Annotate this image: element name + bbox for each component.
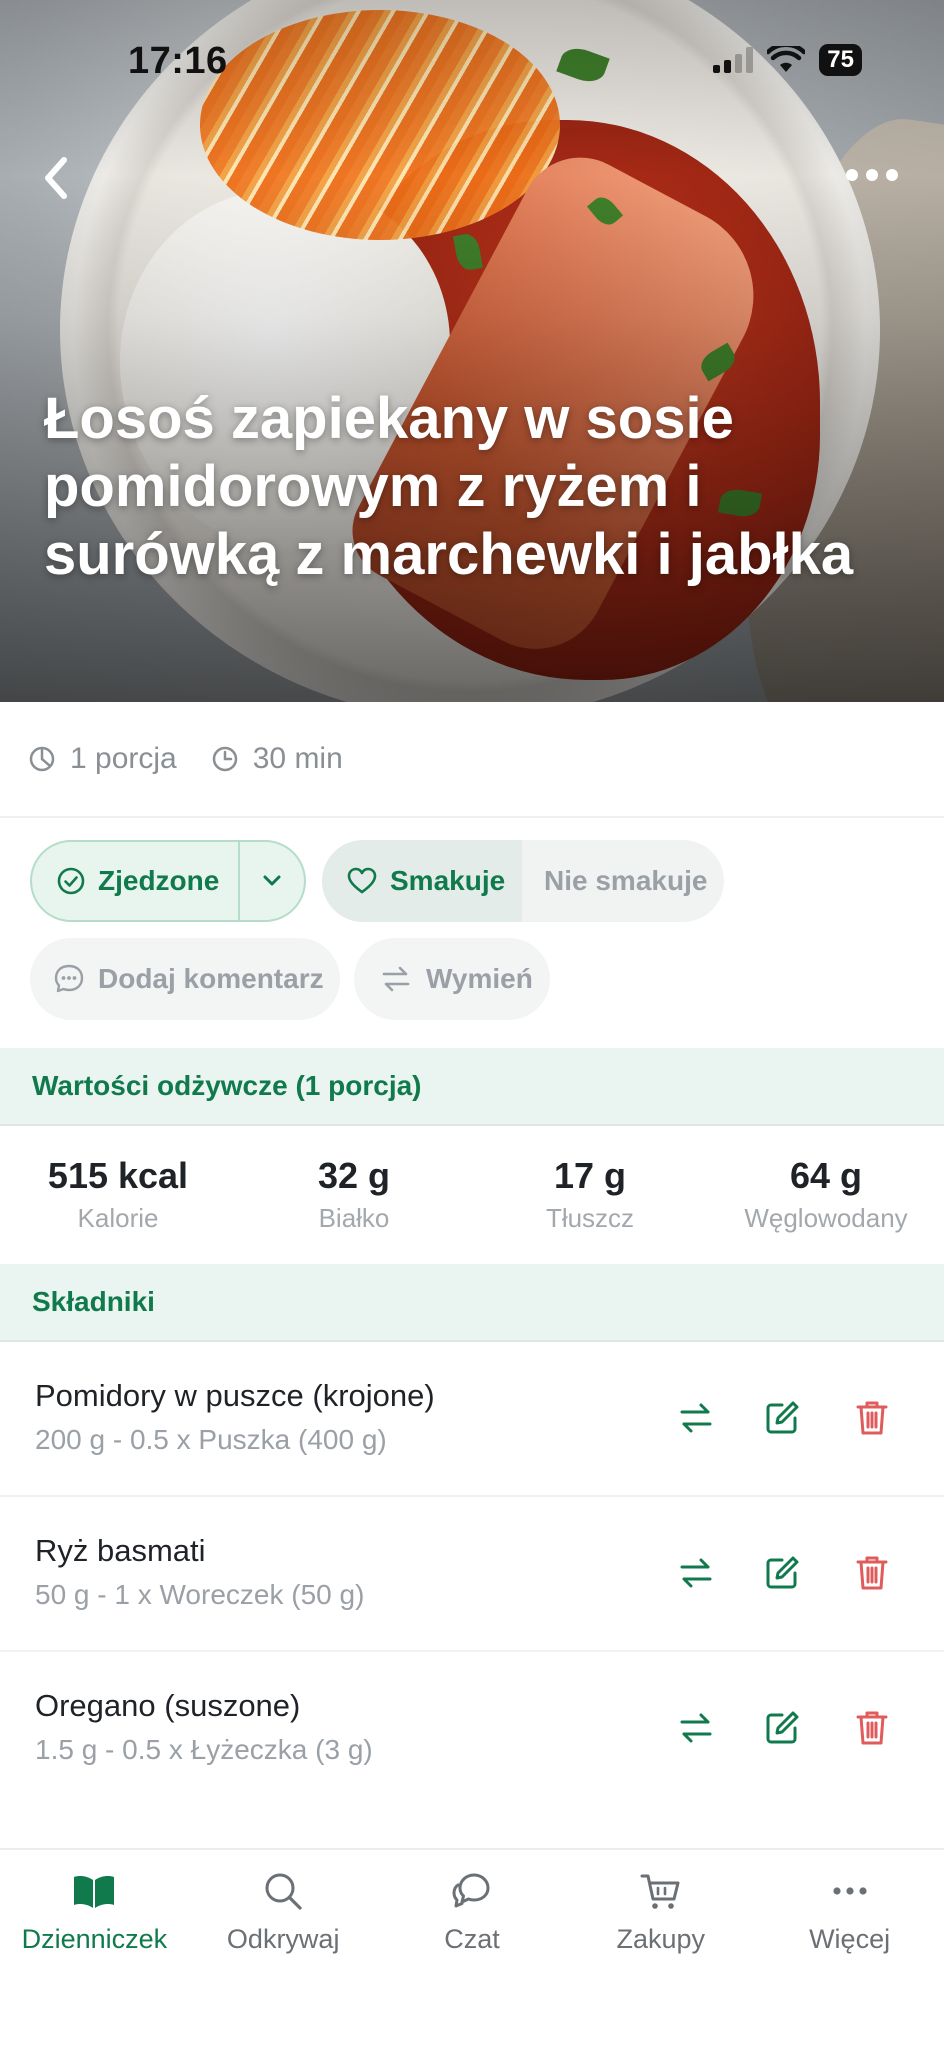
nutrition-calories: 515 kcal Kalorie [0, 1126, 236, 1262]
recipe-meta: 1 porcja 30 min [0, 702, 944, 818]
swap-ingredient-icon[interactable] [674, 1706, 718, 1750]
nutrition-label: Białko [318, 1202, 390, 1233]
nav-item-chat[interactable]: Czat [378, 1850, 567, 2048]
nav-item-journal[interactable]: Dzienniczek [0, 1850, 189, 2048]
delete-ingredient-icon[interactable] [850, 1551, 894, 1595]
ingredient-row: Oregano (suszone) 1.5 g - 0.5 x Łyżeczka… [0, 1652, 944, 1807]
ingredients-header: Składniki [0, 1264, 944, 1342]
bottom-navigation: Dzienniczek Odkrywaj Czat Zakupy Więcej [0, 1848, 944, 2048]
signal-icon [713, 47, 754, 73]
nav-item-discover[interactable]: Odkrywaj [189, 1850, 378, 2048]
add-comment-label: Dodaj komentarz [98, 963, 324, 994]
likes-button[interactable]: Smakuje [322, 840, 522, 922]
swap-ingredient-icon[interactable] [674, 1551, 718, 1595]
nutrition-value: 17 g [553, 1154, 627, 1196]
nutrition-value: 64 g [789, 1154, 863, 1196]
nutrition-value: 515 kcal [47, 1154, 189, 1196]
nav-item-more[interactable]: Więcej [755, 1850, 944, 2048]
nav-label: Czat [444, 1924, 500, 1954]
battery-indicator: 75 [819, 44, 862, 76]
delete-ingredient-icon[interactable] [850, 1396, 894, 1440]
edit-ingredient-icon[interactable] [760, 1551, 804, 1595]
nutrition-value: 32 g [317, 1154, 391, 1196]
nutrition-fat: 17 g Tłuszcz [472, 1126, 708, 1262]
comment-icon [54, 964, 84, 993]
dislikes-button[interactable]: Nie smakuje [522, 865, 707, 897]
nav-label: Zakupy [616, 1924, 706, 1954]
heart-icon [347, 867, 377, 894]
ingredient-amount: 1.5 g - 0.5 x Łyżeczka (3 g) [35, 1734, 373, 1765]
status-icons: 75 [713, 44, 862, 76]
eaten-button-group: Zjedzone [30, 840, 306, 922]
nutrition-label: Węglowodany [744, 1202, 908, 1233]
nav-item-shopping[interactable]: Zakupy [566, 1850, 755, 2048]
swap-arrows-icon [382, 966, 410, 992]
ingredient-row: Pomidory w puszce (krojone) 200 g - 0.5 … [0, 1342, 944, 1497]
swap-recipe-button[interactable]: Wymień [354, 938, 550, 1020]
edit-ingredient-icon[interactable] [760, 1396, 804, 1440]
edit-ingredient-icon[interactable] [760, 1706, 804, 1750]
more-options-button[interactable] [846, 160, 906, 190]
check-circle-icon [57, 867, 85, 895]
nutrition-header: Wartości odżywcze (1 porcja) [0, 1048, 944, 1126]
delete-ingredient-icon[interactable] [850, 1706, 894, 1750]
nutrition-label: Tłuszcz [545, 1202, 635, 1233]
portions-text: 1 porcja [70, 742, 177, 775]
ingredient-amount: 50 g - 1 x Woreczek (50 g) [35, 1579, 365, 1610]
clock-icon [212, 746, 237, 772]
ingredient-name: Ryż basmati [35, 1533, 206, 1568]
cart-icon [640, 1874, 680, 1909]
eaten-button[interactable]: Zjedzone [32, 842, 240, 920]
nav-label: Odkrywaj [226, 1924, 340, 1954]
chevron-down-icon [263, 875, 281, 886]
search-icon [265, 1873, 302, 1910]
add-comment-button[interactable]: Dodaj komentarz [30, 938, 340, 1020]
nav-label: Dzienniczek [21, 1924, 168, 1954]
book-icon [74, 1876, 115, 1908]
status-time: 17:16 [128, 40, 228, 82]
ingredient-amount: 200 g - 0.5 x Puszka (400 g) [35, 1424, 387, 1455]
swap-label: Wymień [426, 963, 533, 994]
nutrition-protein: 32 g Białko [236, 1126, 472, 1262]
chat-icon [452, 1873, 490, 1908]
nav-label: Więcej [809, 1924, 891, 1954]
more-icon [832, 1887, 867, 1895]
ingredient-row: Ryż basmati 50 g - 1 x Woreczek (50 g) [0, 1497, 944, 1652]
likes-label: Smakuje [390, 865, 506, 896]
time-info: 30 min [211, 742, 343, 776]
taste-toggle: Smakuje Nie smakuje [322, 840, 724, 922]
eaten-label: Zjedzone [98, 865, 220, 896]
swap-ingredient-icon[interactable] [674, 1396, 718, 1440]
eaten-dropdown-button[interactable] [240, 842, 304, 920]
time-text: 30 min [252, 742, 343, 775]
hero-gradient-overlay [0, 0, 944, 702]
portions-info: 1 porcja [28, 742, 177, 776]
nutrition-label: Kalorie [77, 1202, 159, 1233]
back-arrow-icon[interactable] [32, 150, 82, 206]
nutrition-carbs: 64 g Węglowodany [708, 1126, 944, 1262]
ingredients-list: Pomidory w puszce (krojone) 200 g - 0.5 … [0, 1342, 944, 1807]
ingredient-name: Pomidory w puszce (krojone) [35, 1378, 435, 1413]
recipe-hero-image: 17:16 75 Łosoś zapiekany w sosie pomidor… [0, 0, 944, 702]
wifi-icon [767, 46, 806, 72]
pie-chart-icon [29, 746, 55, 772]
ingredient-name: Oregano (suszone) [35, 1688, 301, 1723]
nutrition-values: 515 kcal Kalorie 32 g Białko 17 g Tłuszc… [0, 1126, 944, 1262]
recipe-title: Łosoś zapiekany w sosie pomidorowym z ry… [44, 386, 854, 587]
